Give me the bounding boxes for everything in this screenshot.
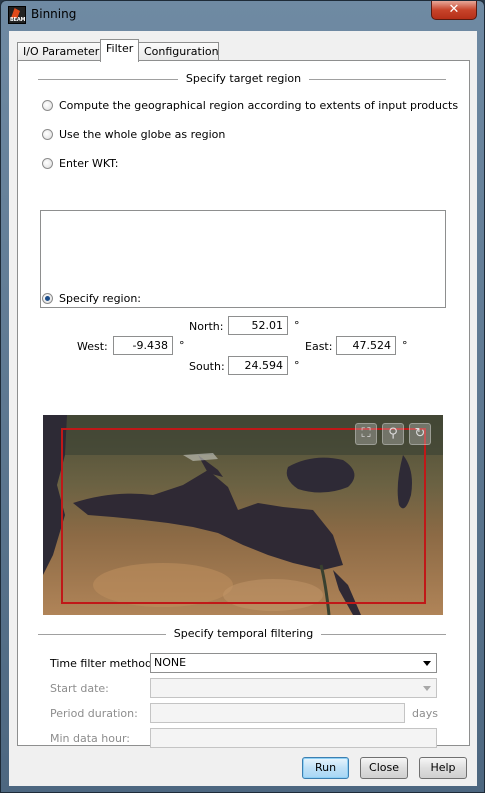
period-unit: days xyxy=(412,707,438,720)
east-label: East: xyxy=(305,340,333,353)
period-duration-input[interactable] xyxy=(150,703,405,723)
window-close-button[interactable]: ✕ xyxy=(431,1,477,20)
chevron-down-icon xyxy=(423,661,431,666)
beam-app-icon: BEAM xyxy=(8,6,26,24)
radio-whole-globe[interactable]: Use the whole globe as region xyxy=(42,126,225,142)
target-region-separator: Specify target region xyxy=(18,72,469,86)
app-icon-text: BEAM xyxy=(10,17,26,23)
west-label: West: xyxy=(77,340,108,353)
temporal-title: Specify temporal filtering xyxy=(165,627,322,640)
radio-specify-region-button[interactable] xyxy=(42,292,53,304)
east-degree: ° xyxy=(402,339,408,352)
filter-panel: Specify target region Compute the geogra… xyxy=(17,60,470,748)
target-region-title: Specify target region xyxy=(177,72,310,85)
temporal-separator: Specify temporal filtering xyxy=(18,627,469,641)
north-label: North: xyxy=(189,320,224,333)
magnifier-icon[interactable]: ⚲ xyxy=(382,423,404,445)
pan-icon[interactable]: ↻ xyxy=(409,423,431,445)
east-input[interactable]: 47.524 xyxy=(336,336,396,355)
radio-whole-globe-button[interactable] xyxy=(42,128,53,140)
start-date-select[interactable] xyxy=(150,678,437,698)
title-bar[interactable]: BEAM Binning ✕ xyxy=(1,1,484,29)
help-button[interactable]: Help xyxy=(419,757,467,779)
north-degree: ° xyxy=(294,319,300,332)
chevron-down-icon xyxy=(423,686,431,691)
close-button[interactable]: Close xyxy=(360,757,408,779)
tab-configuration[interactable]: Configuration xyxy=(138,42,219,61)
zoom-all-icon[interactable]: ⛶ xyxy=(355,423,377,445)
west-input[interactable]: -9.438 xyxy=(113,336,173,355)
radio-wkt-button[interactable] xyxy=(42,157,53,169)
time-filter-method-value: NONE xyxy=(154,656,187,669)
radio-whole-globe-label: Use the whole globe as region xyxy=(59,127,226,141)
radio-extents-button[interactable] xyxy=(42,99,53,111)
time-filter-method-label: Time filter method: xyxy=(50,657,156,670)
radio-wkt[interactable]: Enter WKT: xyxy=(42,155,118,171)
radio-specify-region[interactable]: Specify region: xyxy=(42,290,141,306)
tab-filter[interactable]: Filter xyxy=(100,39,139,62)
window-title: Binning xyxy=(31,7,77,21)
radio-extents[interactable]: Compute the geographical region accordin… xyxy=(42,97,458,113)
dialog-client-area: I/O Parameters Filter Configuration Spec… xyxy=(9,31,477,786)
min-data-hour-input[interactable] xyxy=(150,728,437,748)
radio-extents-label: Compute the geographical region accordin… xyxy=(59,98,459,112)
west-degree: ° xyxy=(179,339,185,352)
south-degree: ° xyxy=(294,359,300,372)
tab-io-parameters[interactable]: I/O Parameters xyxy=(17,42,105,61)
north-input[interactable]: 52.01 xyxy=(228,316,288,335)
radio-specify-region-label: Specify region: xyxy=(59,291,142,305)
binning-window: BEAM Binning ✕ I/O Parameters Filter Con… xyxy=(0,0,485,793)
start-date-label: Start date: xyxy=(50,682,109,695)
region-rectangle[interactable] xyxy=(61,428,426,604)
south-input[interactable]: 24.594 xyxy=(228,356,288,375)
south-label: South: xyxy=(189,360,225,373)
run-button[interactable]: Run xyxy=(302,757,349,779)
region-map[interactable]: ⛶ ⚲ ↻ xyxy=(43,415,443,615)
period-duration-label: Period duration: xyxy=(50,707,138,720)
radio-wkt-label: Enter WKT: xyxy=(59,156,119,170)
time-filter-method-select[interactable]: NONE xyxy=(150,653,437,673)
min-data-hour-label: Min data hour: xyxy=(50,732,130,745)
